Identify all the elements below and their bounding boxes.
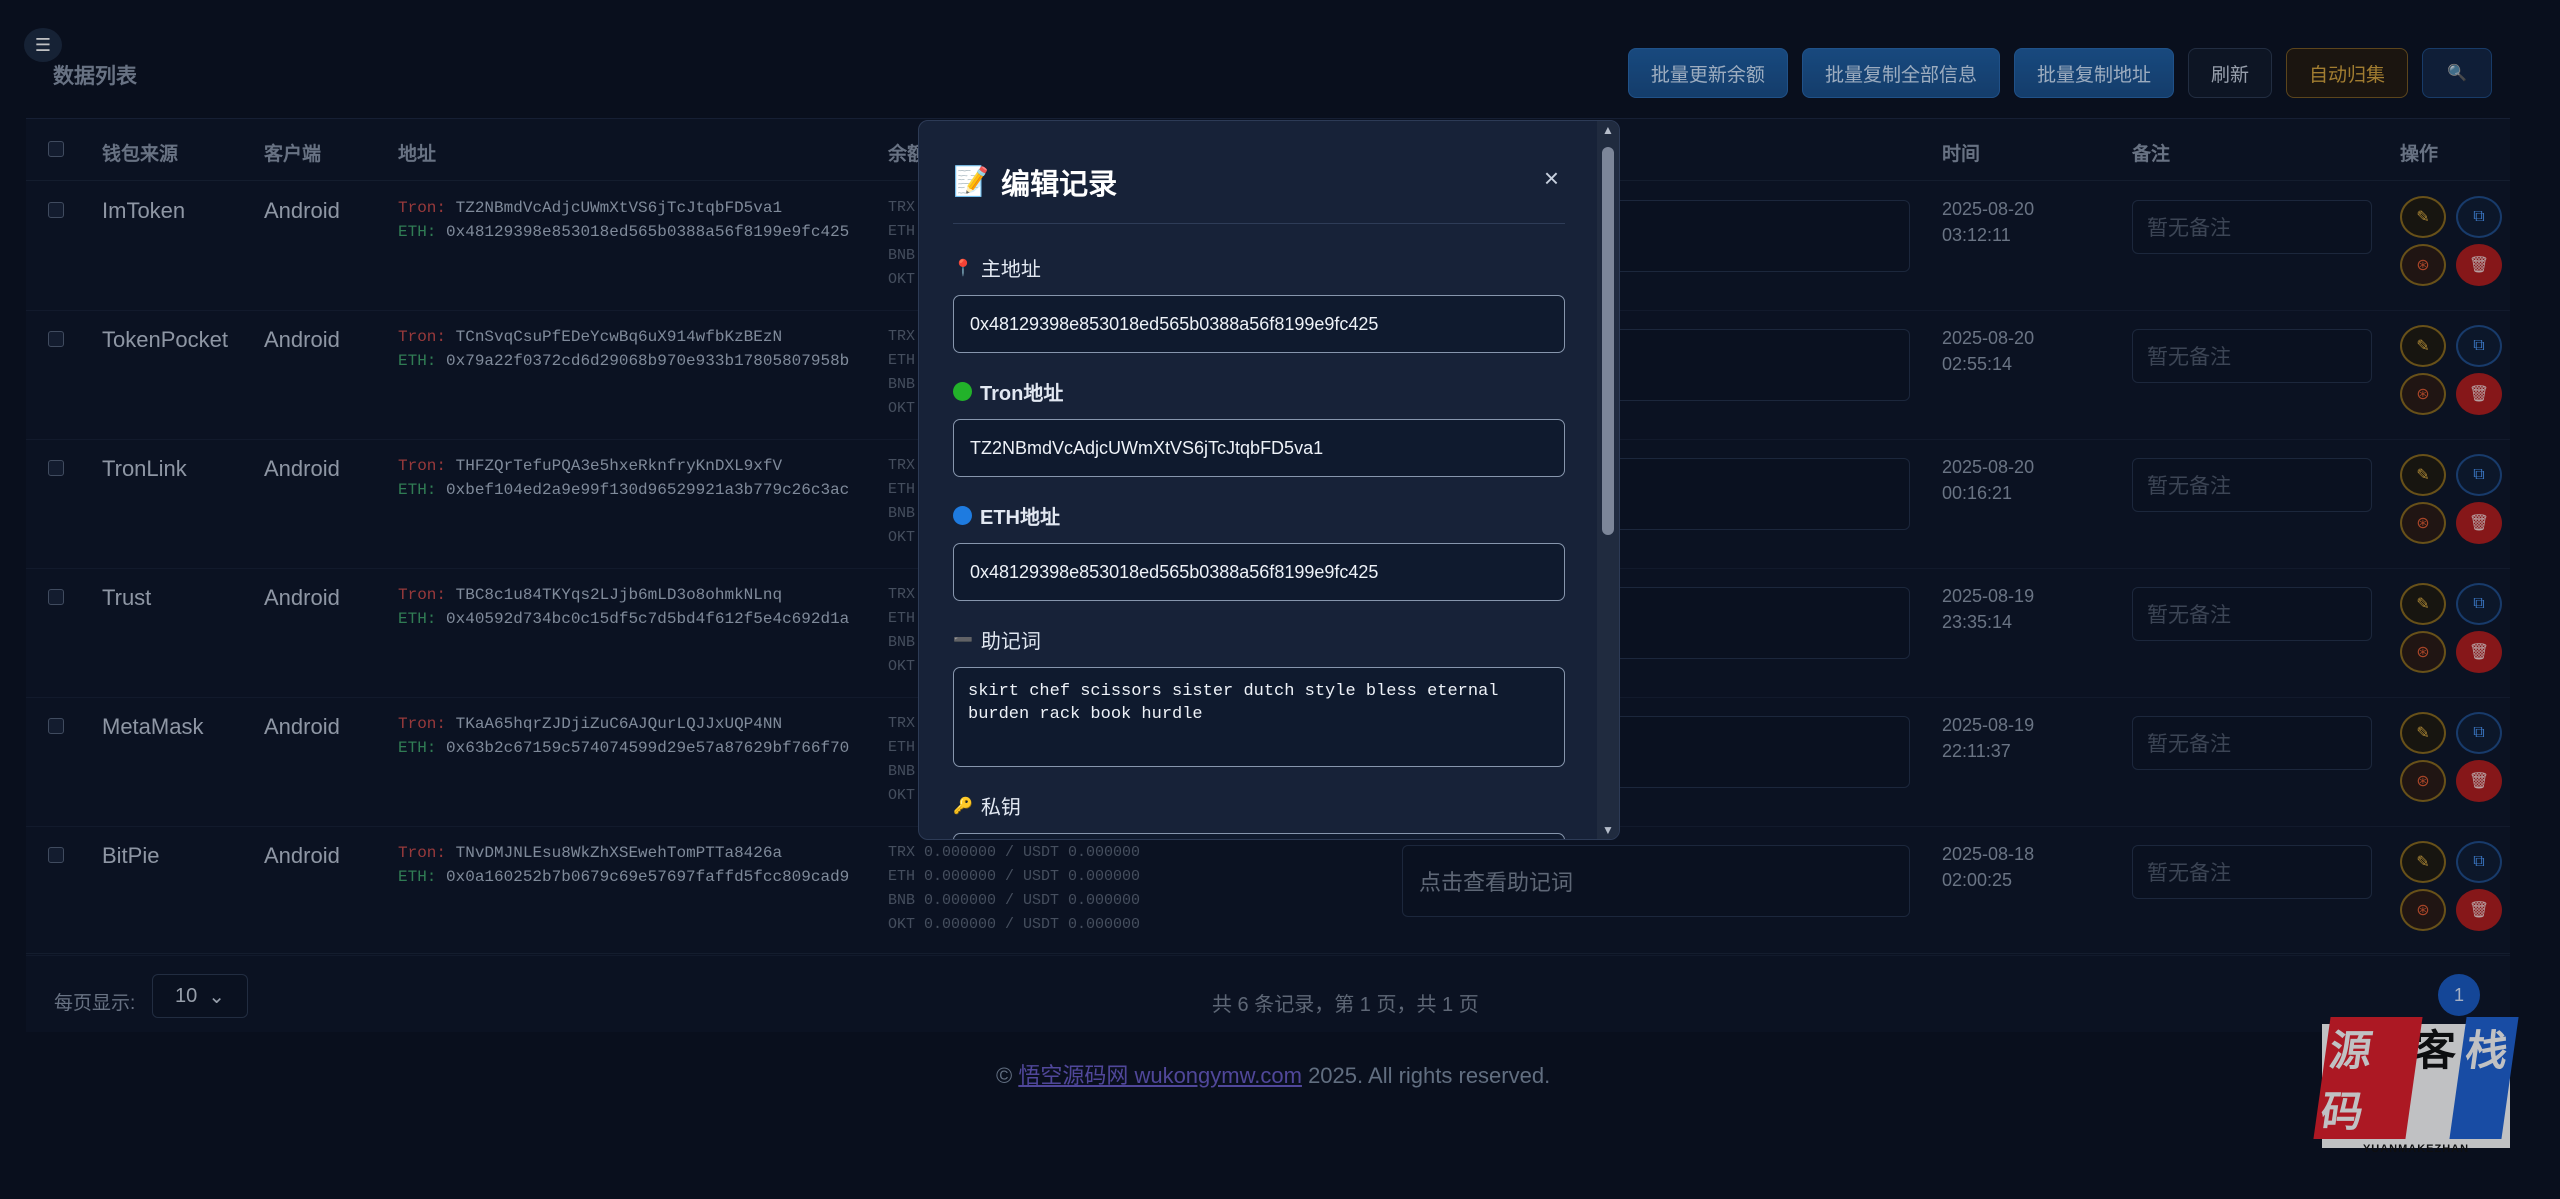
modal-title-text: 编辑记录 (1001, 169, 1118, 201)
tron-address-input[interactable]: TZ2NBmdVcAdjcUWmXtVS6jTcJtqbFD5va1 (953, 419, 1565, 477)
tron-address-label: Tron地址 (953, 377, 1063, 406)
edit-record-modal: 📝 编辑记录 × 📍 主地址 0x48129398e853018ed565b0388… (918, 120, 1620, 840)
private-key-input[interactable] (953, 833, 1565, 839)
mnemonic-label-text: 助记词 (980, 631, 1041, 653)
key-icon: 🔑 (953, 797, 973, 815)
close-icon[interactable]: × (1544, 163, 1559, 194)
tron-address-label-text: Tron地址 (980, 383, 1064, 405)
eth-address-input[interactable]: 0x48129398e853018ed565b0388a56f8199e9fc4… (953, 543, 1565, 601)
modal-divider (953, 223, 1565, 224)
scroll-up-icon[interactable]: ▲ (1602, 123, 1614, 137)
mnemonic-label: ➖ 助记词 (953, 625, 1041, 654)
scroll-down-icon[interactable]: ▼ (1602, 823, 1614, 837)
eth-address-label: ETH地址 (953, 501, 1060, 530)
mnemonic-textarea[interactable]: skirt chef scissors sister dutch style b… (953, 667, 1565, 767)
memo-icon: 📝 (953, 166, 990, 198)
blue-circle-icon (953, 506, 972, 525)
main-address-label: 📍 主地址 (953, 253, 1041, 282)
private-key-label: 🔑 私钥 (953, 791, 1021, 820)
main-address-input[interactable]: 0x48129398e853018ed565b0388a56f8199e9fc4… (953, 295, 1565, 353)
green-circle-icon (953, 382, 972, 401)
modal-title: 📝 编辑记录 (953, 161, 1117, 203)
scrollbar-thumb[interactable] (1602, 147, 1614, 535)
modal-scrollbar[interactable]: ▲ ▼ (1597, 121, 1619, 839)
minus-icon: ➖ (953, 631, 973, 649)
private-key-label-text: 私钥 (980, 797, 1021, 819)
pin-icon: 📍 (953, 259, 973, 277)
main-address-label-text: 主地址 (980, 259, 1041, 281)
eth-address-label-text: ETH地址 (980, 507, 1060, 529)
